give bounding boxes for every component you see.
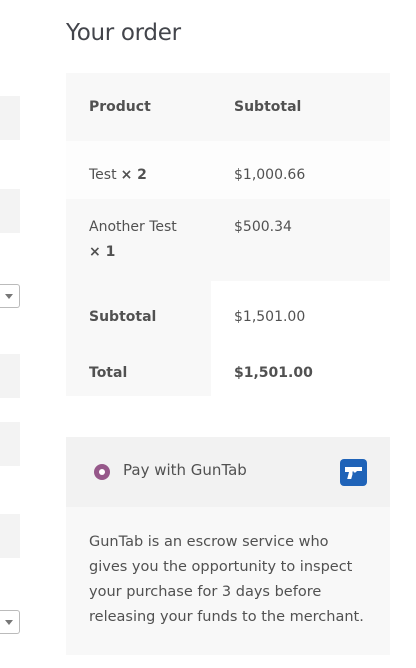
product-quantity: × 2 <box>120 167 147 183</box>
subtotal-column-header: Subtotal <box>234 99 302 115</box>
subtotal-amount: $1,501.00 <box>211 281 390 339</box>
billing-field[interactable] <box>0 514 20 558</box>
product-subtotal: $1,000.66 <box>234 167 306 183</box>
chevron-down-icon <box>5 620 13 625</box>
total-label: Total <box>66 339 211 396</box>
subtotal-label: Subtotal <box>66 281 211 339</box>
table-header-row: Product Subtotal <box>66 73 390 141</box>
billing-field[interactable] <box>0 96 20 140</box>
product-name: Test <box>89 167 117 183</box>
payment-method-label[interactable]: Pay with GunTab <box>123 461 247 479</box>
payment-methods: Pay with GunTab GunTab is an escrow serv… <box>66 437 390 655</box>
payment-radio[interactable] <box>94 464 110 480</box>
product-subtotal: $500.34 <box>234 219 292 235</box>
product-name: Another Test <box>89 219 177 235</box>
guntab-logo-icon <box>340 459 367 486</box>
payment-description: GunTab is an escrow service who gives yo… <box>66 507 390 655</box>
billing-select[interactable] <box>0 610 20 634</box>
order-total-row: Total $1,501.00 <box>66 339 390 396</box>
table-row: Another Test × 1 $500.34 <box>66 199 390 281</box>
order-heading: Your order <box>66 20 181 46</box>
product-quantity: × 1 <box>89 244 116 260</box>
product-column-header: Product <box>89 99 151 115</box>
billing-field[interactable] <box>0 422 20 466</box>
billing-select[interactable] <box>0 284 20 308</box>
billing-field[interactable] <box>0 189 20 233</box>
billing-field[interactable] <box>0 354 20 398</box>
product-cell: Test × 2 <box>66 141 211 199</box>
chevron-down-icon <box>5 294 13 299</box>
product-cell: Another Test × 1 <box>66 199 211 281</box>
payment-method-guntab[interactable]: Pay with GunTab <box>66 437 390 507</box>
total-amount: $1,501.00 <box>211 339 390 396</box>
table-row: Test × 2 $1,000.66 <box>66 141 390 199</box>
order-review-table: Product Subtotal Test × 2 $1,000.66 Anoth… <box>66 73 390 396</box>
cart-subtotal-row: Subtotal $1,501.00 <box>66 281 390 339</box>
